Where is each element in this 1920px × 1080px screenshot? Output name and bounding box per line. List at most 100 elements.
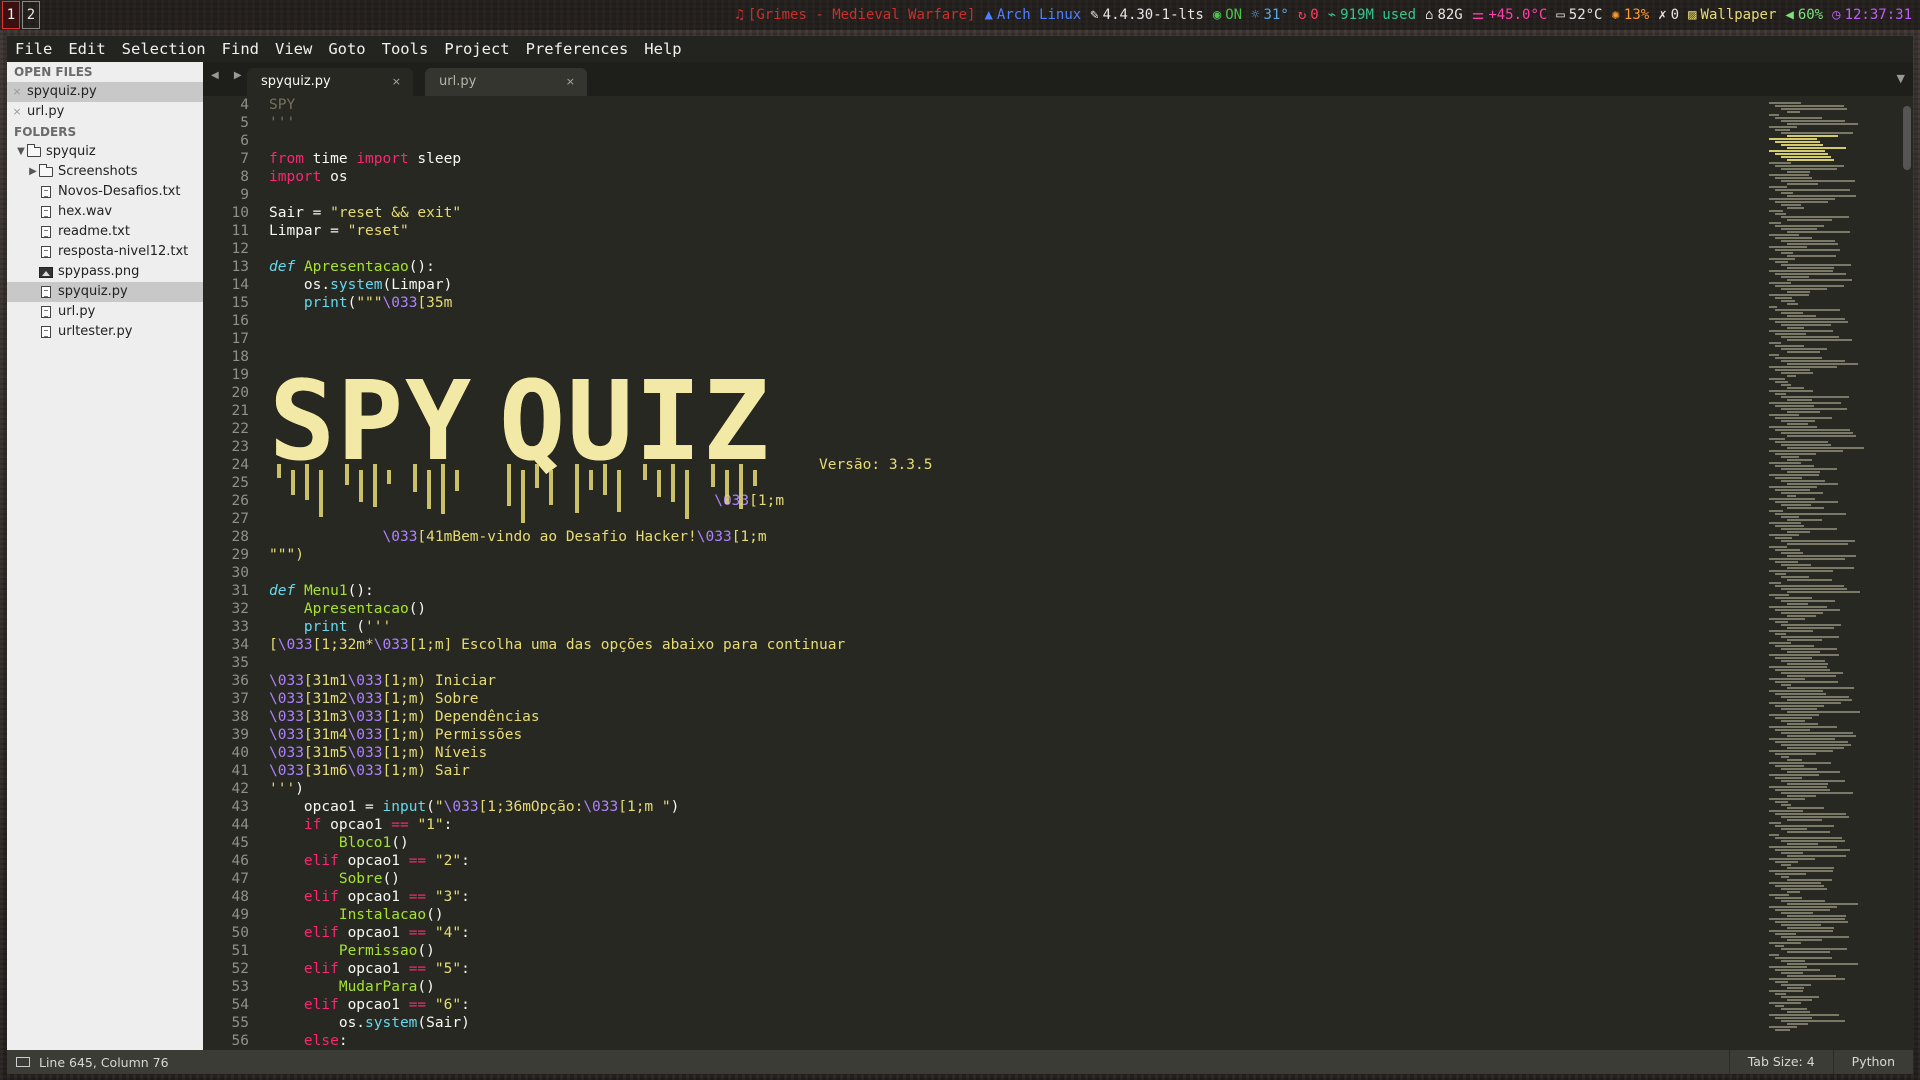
code-line: ''' xyxy=(269,114,932,132)
ascii-art-letter: Q xyxy=(499,357,566,485)
workspace-switcher: 1 2 xyxy=(0,0,40,30)
menu-tools[interactable]: Tools xyxy=(374,40,437,58)
menu-help[interactable]: Help xyxy=(636,40,689,58)
minimap-line xyxy=(1769,438,1785,440)
minimap-line xyxy=(1781,180,1855,182)
minimap-line xyxy=(1781,636,1839,638)
minimap-line xyxy=(1769,966,1807,968)
menu-edit[interactable]: Edit xyxy=(60,40,113,58)
workspace-2-button[interactable]: 2 xyxy=(22,1,40,29)
file-item[interactable]: Novos-Desafios.txt xyxy=(7,182,203,202)
code-token: : xyxy=(461,997,470,1013)
minimap-line xyxy=(1781,948,1847,950)
panel-toggle-icon[interactable] xyxy=(16,1057,30,1067)
syntax-selector[interactable]: Python xyxy=(1832,1050,1913,1074)
drip-mark xyxy=(507,464,511,506)
code-token: ''' xyxy=(365,619,392,635)
minimap-line xyxy=(1787,915,1846,917)
line-number-gutter: 4 5 6 7 8 9 10 11 12 13 14 15 16 17 18 19 20 21 22 23 24 25 26… xyxy=(203,96,249,1050)
minimap-line xyxy=(1769,450,1843,452)
file-item[interactable]: spypass.png xyxy=(7,262,203,282)
code-token: [1;m " xyxy=(618,799,671,815)
menu-selection[interactable]: Selection xyxy=(114,40,214,58)
cpu-icon: ✺ xyxy=(1611,7,1620,23)
ascii-art-letter: Y xyxy=(405,357,472,485)
minimap-line xyxy=(1781,900,1825,902)
minimap-line xyxy=(1781,540,1855,542)
menu-goto[interactable]: Goto xyxy=(320,40,373,58)
line-number: 40 xyxy=(231,745,249,761)
minimap-line xyxy=(1769,726,1837,728)
code-line: \033[31m4\033[1;m) Permissões xyxy=(269,726,932,744)
file-item[interactable]: url.py xyxy=(7,302,203,322)
drip-mark xyxy=(753,470,757,486)
tab-list-dropdown-icon[interactable]: ▼ xyxy=(1897,72,1905,85)
tab-size-selector[interactable]: Tab Size: 4 xyxy=(1728,1050,1833,1074)
tab-nav-arrows-icon[interactable]: ◀ ▶ xyxy=(211,70,248,81)
code-line: Sobre() xyxy=(269,870,932,888)
code-token: "2" xyxy=(434,853,462,869)
minimap-line xyxy=(1769,810,1803,812)
file-item[interactable]: hex.wav xyxy=(7,202,203,222)
code-line: print (''' xyxy=(269,618,932,636)
tab-spyquiz[interactable]: spyquiz.py × xyxy=(247,68,413,96)
menu-project[interactable]: Project xyxy=(436,40,517,58)
code-token: \033 xyxy=(347,709,383,725)
drip-mark xyxy=(617,470,621,512)
code-token: print xyxy=(303,619,348,635)
drip-mark xyxy=(725,470,729,504)
folder-root[interactable]: ▼ spyquiz xyxy=(7,142,203,162)
close-icon[interactable]: × xyxy=(7,82,27,102)
minimap-line xyxy=(1787,315,1816,317)
workspace-1-button[interactable]: 1 xyxy=(2,1,20,29)
file-item[interactable]: urltester.py xyxy=(7,322,203,342)
minimap-line xyxy=(1781,504,1811,506)
minimap-line xyxy=(1775,513,1846,515)
status-text: 13% xyxy=(1623,7,1650,23)
minimap-line xyxy=(1787,375,1796,377)
line-number: 53 xyxy=(231,979,249,995)
status-item: ☼ 31° xyxy=(1251,7,1289,23)
code-line: Limpar = "reset" xyxy=(269,222,932,240)
minimap-line xyxy=(1769,942,1801,944)
close-icon[interactable]: × xyxy=(7,102,27,122)
status-item: ♫ [Grimes - Medieval Warfare] xyxy=(735,7,975,23)
tab-close-icon[interactable]: × xyxy=(566,68,575,96)
minimap-line xyxy=(1769,534,1799,536)
minimap[interactable] xyxy=(1769,102,1899,1042)
minimap-line xyxy=(1769,294,1809,296)
minimap-line xyxy=(1775,801,1788,803)
file-item[interactable]: spyquiz.py xyxy=(7,282,203,302)
menu-file[interactable]: File xyxy=(7,40,60,58)
collapsed-arrow-icon[interactable]: ▶ xyxy=(27,162,39,182)
expanded-arrow-icon[interactable]: ▼ xyxy=(15,142,27,162)
minimap-line xyxy=(1775,429,1850,431)
minimap-line xyxy=(1775,741,1848,743)
code-token: elif xyxy=(303,853,339,869)
minimap-line xyxy=(1787,531,1810,533)
minimap-line xyxy=(1781,576,1809,578)
code-token: \033 xyxy=(373,637,409,653)
menu-view[interactable]: View xyxy=(267,40,320,58)
open-file-item[interactable]: × spyquiz.py xyxy=(7,82,203,102)
open-file-item[interactable]: × url.py xyxy=(7,102,203,122)
code-text[interactable]: SPY ''' from time import sleep import os Sai… xyxy=(269,96,932,1050)
file-label: readme.txt xyxy=(58,224,130,239)
folder-item[interactable]: ▶ Screenshots xyxy=(7,162,203,182)
minimap-line xyxy=(1781,384,1791,386)
file-item[interactable]: readme.txt xyxy=(7,222,203,242)
code-editor[interactable]: 4 5 6 7 8 9 10 11 12 13 14 15 16 17 18 19 20 21 22 23 24 25 26… xyxy=(203,96,1913,1050)
file-item[interactable]: resposta-nivel12.txt xyxy=(7,242,203,262)
menu-preferences[interactable]: Preferences xyxy=(518,40,637,58)
tab-close-icon[interactable]: × xyxy=(392,68,401,96)
minimap-line xyxy=(1775,225,1824,227)
vertical-scrollbar[interactable] xyxy=(1903,106,1911,170)
minimap-line xyxy=(1787,963,1858,965)
code-line: import os xyxy=(269,168,932,186)
line-number: 35 xyxy=(231,655,249,671)
open-file-label: url.py xyxy=(27,104,65,119)
menu-find[interactable]: Find xyxy=(214,40,267,58)
tab-url[interactable]: url.py × xyxy=(425,68,587,96)
